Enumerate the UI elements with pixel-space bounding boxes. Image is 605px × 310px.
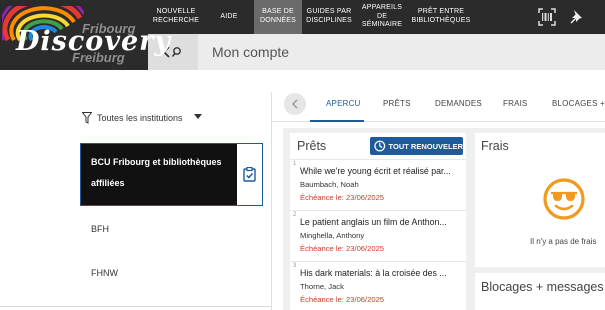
chevron-left-icon [291,99,298,109]
pin-icon[interactable] [568,8,586,26]
tab-apercu[interactable]: APERCU [326,99,361,108]
tab-blocages-messages[interactable]: BLOCAGES + ME [552,99,605,108]
loan-title[interactable]: His dark materials: à la croisée des ... [300,268,462,278]
loan-number: 2 [293,212,297,218]
loan-title[interactable]: While we're young écrit et réalisé par..… [300,166,462,176]
loan-due-date: Échéance le: 23/06/2025 [300,244,385,253]
tab-demandes[interactable]: DEMANDES [435,99,482,108]
tab-prets[interactable]: PRÊTS [383,99,411,108]
main-nav: NOUVELLE RECHERCHE AIDE BASE DE DONNÉES … [148,0,474,34]
loan-number: 3 [293,263,297,269]
institution-filter-label: Toutes les institutions [97,113,183,123]
caret-down-icon [193,114,202,119]
renew-all-button[interactable]: TOUT RENOUVELER [370,137,463,155]
loan-title[interactable]: Le patient anglais un film de Anthon... [300,217,462,227]
page-title: Mon compte [212,44,290,60]
filter-icon [82,112,92,124]
fees-card [475,133,605,267]
institution-item-fhnw[interactable]: FHNW [91,268,118,278]
institution-item-bcu-fribourg[interactable]: BCU Fribourg et bibliothèques affiliées [80,143,263,206]
left-divider [0,306,272,307]
tab-active-indicator [310,120,364,122]
loan-number: 1 [293,161,297,167]
loan-item[interactable]: 3 His dark materials: à la croisée des .… [290,261,466,310]
nav-aide[interactable]: AIDE [204,0,254,34]
loan-due-date: Échéance le: 23/06/2025 [300,193,385,202]
barcode-scan-icon[interactable] [538,8,556,26]
logo[interactable]: Fribourg Discovery Freiburg [0,0,170,70]
no-fees-text: Il n'y a pas de frais [530,237,597,246]
loan-item[interactable]: 1 While we're young écrit et réalisé par… [290,159,466,209]
loan-due-date: Échéance le: 23/06/2025 [300,295,385,304]
tab-frais[interactable]: FRAIS [503,99,528,108]
loan-author: Minghella, Anthony [300,231,365,240]
tabs-scroll-left-button[interactable] [284,93,306,115]
sunglasses-smiley-icon [543,178,585,220]
institution-item-label: BCU Fribourg et bibliothèques affiliées [81,144,237,205]
nav-base-de-donnees[interactable]: BASE DE DONNÉES [254,0,302,34]
blocks-messages-title[interactable]: Blocages + messages [481,280,604,294]
clipboard-check-icon [243,167,256,182]
nav-guides-par-disciplines[interactable]: GUIDES PAR DISCIPLINES [302,0,356,34]
fees-title[interactable]: Frais [481,139,509,153]
loan-author: Baumbach, Noah [300,180,359,189]
logo-text-freiburg: Freiburg [72,50,125,65]
loan-item[interactable]: 2 Le patient anglais un film de Anthon..… [290,210,466,260]
panel-separator [271,92,272,310]
institution-item-bfh[interactable]: BFH [91,224,109,234]
renew-icon [374,140,386,152]
institution-filter[interactable]: Toutes les institutions [82,112,202,124]
loans-title[interactable]: Prêts [297,139,326,153]
renew-all-label: TOUT RENOUVELER [388,141,463,151]
nav-pret-entre-bibliotheques[interactable]: PRÊT ENTRE BIBLIOTHÈQUES [408,0,474,34]
nav-appareils-de-seminaire[interactable]: APPAREILS DE SÉMINAIRE [356,0,408,34]
loan-author: Thorne, Jack [300,282,344,291]
